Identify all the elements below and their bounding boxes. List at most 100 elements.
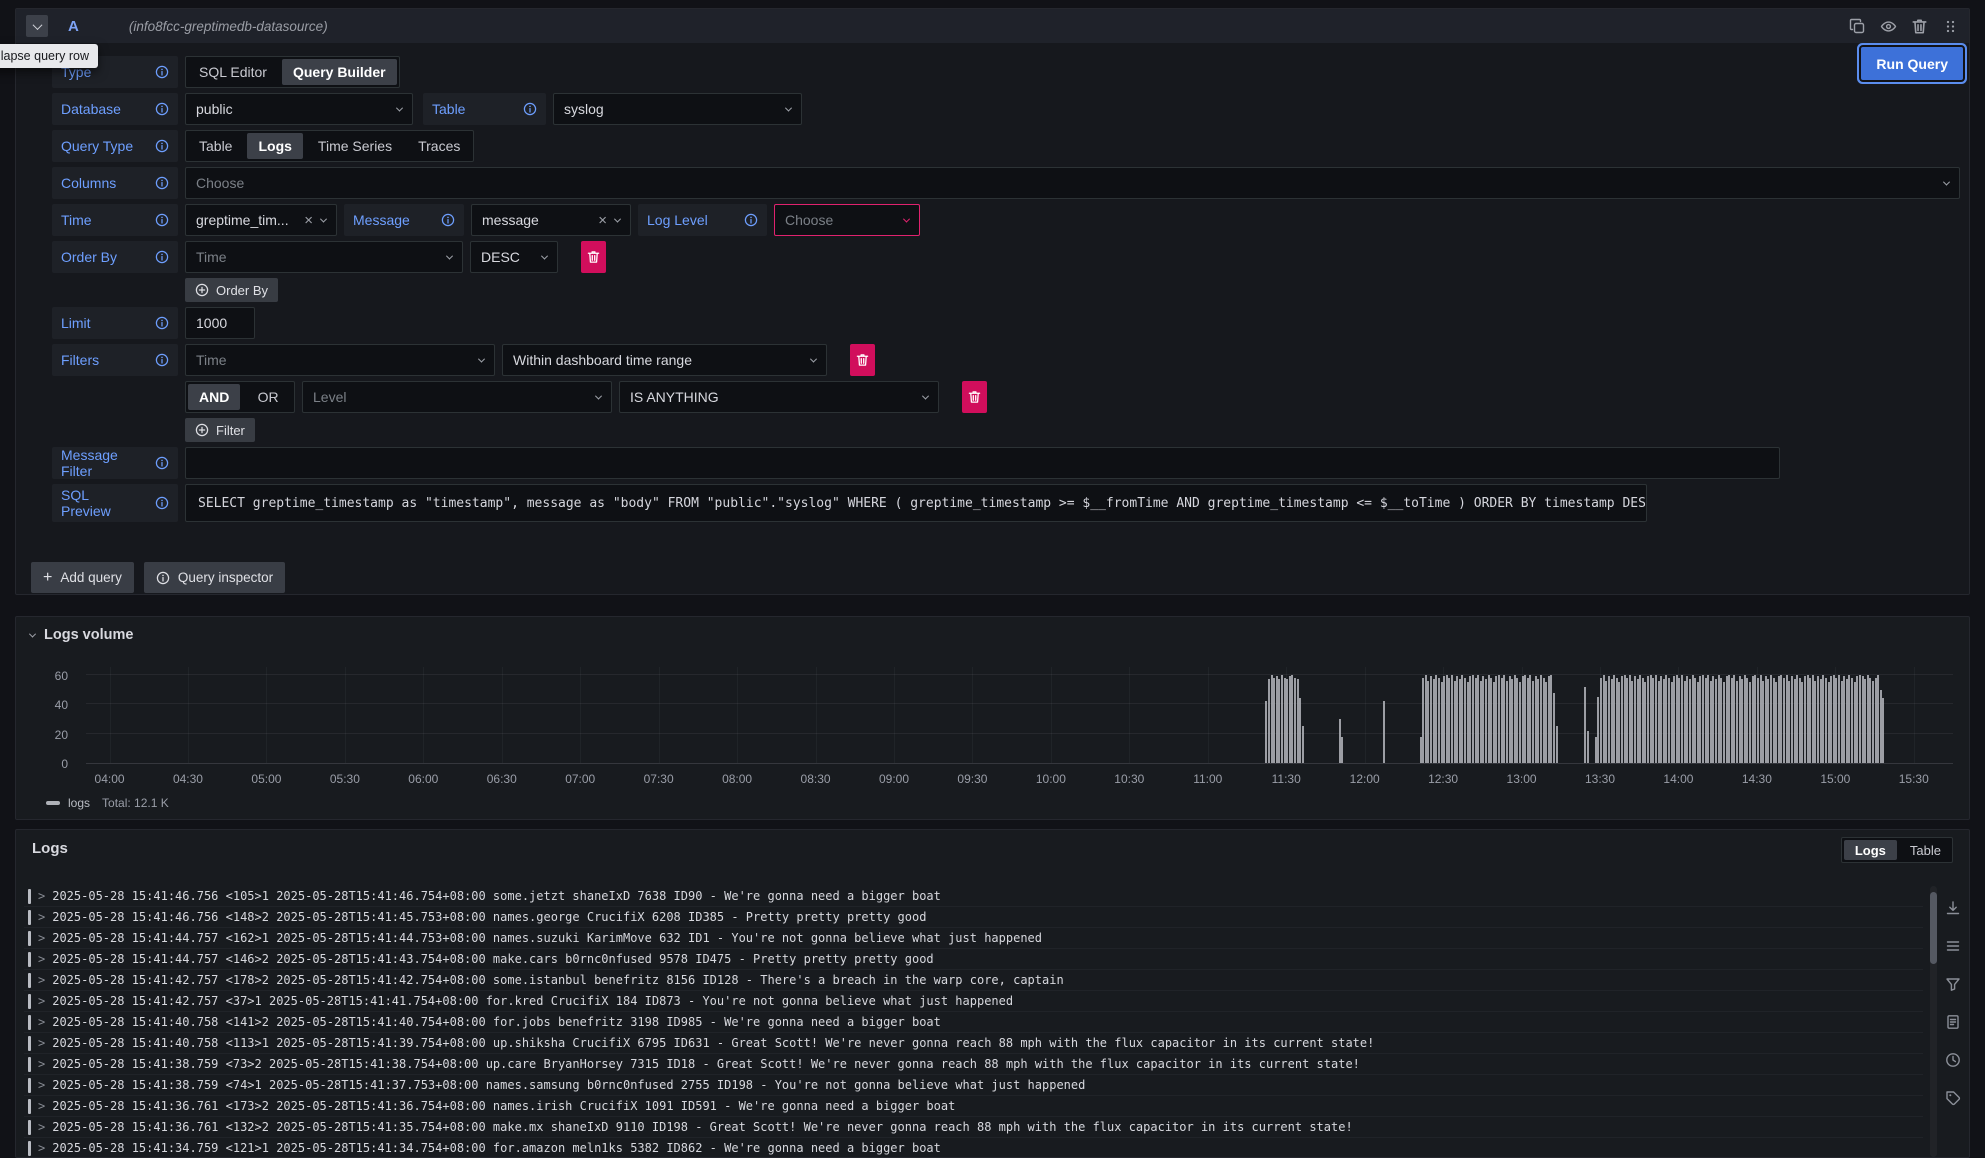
drag-handle-icon[interactable] — [1942, 18, 1959, 35]
log-row[interactable]: >2025-05-28 15:41:40.758 <113>1 2025-05-… — [24, 1033, 1923, 1054]
duplicate-query-icon[interactable] — [1849, 18, 1866, 35]
info-icon[interactable] — [155, 456, 169, 470]
download-icon[interactable] — [1945, 900, 1961, 916]
logs-view-option[interactable]: Logs — [1844, 840, 1897, 860]
filter-match-select[interactable]: IS ANYTHING — [619, 381, 939, 413]
filter-operator-select[interactable]: Within dashboard time range — [502, 344, 827, 376]
collapse-query-row-button[interactable] — [26, 15, 48, 37]
clear-icon[interactable]: × — [304, 213, 313, 228]
time-column-select[interactable]: greptime_tim... × — [185, 204, 337, 236]
expand-log-icon[interactable]: > — [38, 952, 45, 966]
or-option[interactable]: OR — [242, 382, 294, 412]
expand-log-icon[interactable]: > — [38, 1120, 45, 1134]
clear-icon[interactable]: × — [598, 213, 607, 228]
log-row[interactable]: >2025-05-28 15:41:34.759 <121>1 2025-05-… — [24, 1138, 1923, 1158]
log-row[interactable]: >2025-05-28 15:41:38.759 <73>2 2025-05-2… — [24, 1054, 1923, 1075]
and-option[interactable]: AND — [188, 384, 240, 410]
log-row[interactable]: >2025-05-28 15:41:44.757 <146>2 2025-05-… — [24, 949, 1923, 970]
toggle-visibility-icon[interactable] — [1880, 18, 1897, 35]
log-row[interactable]: >2025-05-28 15:41:46.756 <148>2 2025-05-… — [24, 907, 1923, 928]
and-or-toggle: AND OR — [185, 381, 295, 413]
run-query-button[interactable]: Run Query — [1861, 47, 1963, 80]
x-tick-label: 14:00 — [1663, 772, 1693, 786]
info-icon[interactable] — [155, 213, 169, 227]
filter-field-select[interactable]: Time — [185, 344, 495, 376]
query-inspector-button[interactable]: Query inspector — [144, 562, 285, 593]
expand-log-icon[interactable]: > — [38, 910, 45, 924]
table-select[interactable]: syslog — [553, 93, 802, 125]
info-icon[interactable] — [155, 139, 169, 153]
x-tick-label: 14:30 — [1742, 772, 1772, 786]
log-row[interactable]: >2025-05-28 15:41:36.761 <173>2 2025-05-… — [24, 1096, 1923, 1117]
chevron-down-icon — [903, 215, 910, 222]
log-row[interactable]: >2025-05-28 15:41:38.759 <74>1 2025-05-2… — [24, 1075, 1923, 1096]
remove-filter-button[interactable] — [850, 344, 875, 376]
limit-input[interactable]: 1000 — [185, 307, 255, 339]
add-filter-button[interactable]: Filter — [185, 418, 255, 442]
log-row[interactable]: >2025-05-28 15:41:44.757 <162>1 2025-05-… — [24, 928, 1923, 949]
info-icon[interactable] — [155, 250, 169, 264]
tab-traces[interactable]: Traces — [405, 131, 473, 161]
remove-condition-button[interactable] — [962, 381, 987, 413]
scrollbar-thumb[interactable] — [1930, 892, 1937, 964]
info-icon[interactable] — [155, 65, 169, 79]
table-view-option[interactable]: Table — [1899, 838, 1952, 862]
log-row[interactable]: >2025-05-28 15:41:40.758 <141>2 2025-05-… — [24, 1012, 1923, 1033]
tab-table[interactable]: Table — [186, 131, 245, 161]
volume-bar — [1820, 679, 1822, 763]
info-icon[interactable] — [155, 353, 169, 367]
columns-select[interactable]: Choose — [185, 167, 1960, 199]
info-icon[interactable] — [155, 316, 169, 330]
message-column-select[interactable]: message × — [471, 204, 631, 236]
tag-icon[interactable] — [1945, 1090, 1961, 1106]
expand-log-icon[interactable]: > — [38, 1057, 45, 1071]
remove-order-by-button[interactable] — [581, 241, 606, 273]
tab-sql-editor[interactable]: SQL Editor — [186, 57, 280, 87]
info-icon[interactable] — [744, 213, 758, 227]
logs-document-icon[interactable] — [1945, 1014, 1961, 1030]
add-query-button[interactable]: + Add query — [31, 562, 134, 593]
expand-log-icon[interactable]: > — [38, 1141, 45, 1155]
info-icon[interactable] — [155, 102, 169, 116]
list-icon[interactable] — [1945, 938, 1961, 954]
clock-icon[interactable] — [1945, 1052, 1961, 1068]
message-filter-input[interactable] — [185, 447, 1780, 479]
logs-scrollbar[interactable] — [1930, 886, 1937, 1157]
expand-log-icon[interactable]: > — [38, 1078, 45, 1092]
expand-log-icon[interactable]: > — [38, 1099, 45, 1113]
expand-log-icon[interactable]: > — [38, 889, 45, 903]
collapse-section-icon[interactable] — [29, 630, 36, 637]
delete-query-icon[interactable] — [1911, 18, 1928, 35]
info-icon[interactable] — [155, 176, 169, 190]
database-select[interactable]: public — [185, 93, 413, 125]
expand-log-icon[interactable]: > — [38, 1015, 45, 1029]
expand-log-icon[interactable]: > — [38, 931, 45, 945]
expand-log-icon[interactable]: > — [38, 973, 45, 987]
legend-series-name[interactable]: logs — [68, 796, 90, 810]
x-tick-label: 09:00 — [879, 772, 909, 786]
log-level-bar — [28, 1057, 31, 1072]
log-row[interactable]: >2025-05-28 15:41:42.757 <37>1 2025-05-2… — [24, 991, 1923, 1012]
tab-query-builder[interactable]: Query Builder — [282, 59, 397, 85]
tab-logs[interactable]: Logs — [247, 133, 302, 159]
log-row[interactable]: >2025-05-28 15:41:46.756 <105>1 2025-05-… — [24, 886, 1923, 907]
volume-bar — [1433, 679, 1435, 763]
info-icon[interactable] — [523, 102, 537, 116]
log-level-bar — [28, 1036, 31, 1051]
order-by-field-select[interactable]: Time — [185, 241, 463, 273]
legend-swatch — [46, 801, 60, 805]
log-level-select[interactable]: Choose — [774, 204, 920, 236]
order-direction-select[interactable]: DESC — [470, 241, 558, 273]
add-order-by-button[interactable]: Order By — [185, 278, 278, 302]
x-tick-label: 15:30 — [1899, 772, 1929, 786]
filter-level-select[interactable]: Level — [302, 381, 612, 413]
expand-log-icon[interactable]: > — [38, 1036, 45, 1050]
filter-icon[interactable] — [1945, 976, 1961, 992]
gridline — [110, 667, 111, 763]
tab-time-series[interactable]: Time Series — [305, 131, 405, 161]
log-row[interactable]: >2025-05-28 15:41:36.761 <132>2 2025-05-… — [24, 1117, 1923, 1138]
log-row[interactable]: >2025-05-28 15:41:42.757 <178>2 2025-05-… — [24, 970, 1923, 991]
expand-log-icon[interactable]: > — [38, 994, 45, 1008]
info-icon[interactable] — [155, 496, 169, 510]
info-icon[interactable] — [441, 213, 455, 227]
